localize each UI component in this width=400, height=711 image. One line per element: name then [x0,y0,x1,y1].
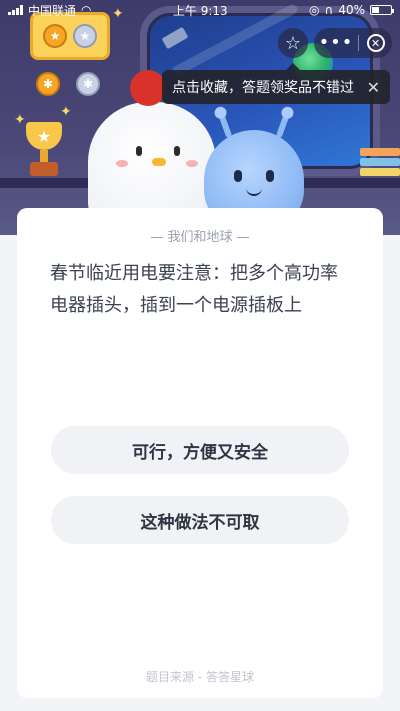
tooltip-close-icon[interactable]: ✕ [367,78,380,97]
mini-program-capsule: ••• ✕ [314,28,392,58]
question-category: — 我们和地球 — [150,230,250,245]
question-card: — 我们和地球 — 春节临近用电要注意：把多个高功率电器插头，插到一个电源插板上… [17,208,383,698]
favorite-button[interactable]: ☆ [278,28,308,58]
trophy-icon: ★ [22,122,66,178]
question-source: 题目来源 - 答答星球 [146,670,254,684]
tooltip-text: 点击收藏，答题领奖品不错过 [172,80,354,96]
close-button[interactable]: ✕ [359,34,392,52]
headphones-icon: ∩ [324,3,334,17]
status-time: 上午 9:13 [172,3,228,18]
wifi-icon: ◠ [81,3,92,17]
lock-rotation-icon: ◎ [309,3,320,17]
silver-medal-icon: ★ [73,24,97,48]
battery-percent: 40% [338,3,365,17]
carrier-name: 中国联通 [28,3,77,18]
gold-medal-icon: ★ [43,24,67,48]
more-button[interactable]: ••• [314,28,358,58]
question-text: 春节临近用电要注意：把多个高功率电器插头，插到一个电源插板上 [50,263,338,316]
star-outline-icon: ☆ [284,32,302,54]
sparkle-icon: ✦ [60,104,72,120]
gold-medal-icon: ✱ [36,72,60,96]
books-icon [360,148,400,178]
answer-option-2[interactable]: 这种做法不可取 [51,496,349,544]
answer-option-1[interactable]: 可行，方便又安全 [51,426,349,474]
close-circle-icon: ✕ [366,34,385,52]
battery-icon [370,5,394,15]
sparkle-icon: ✦ [14,112,26,128]
signal-icon [8,5,23,15]
chicken-mascot [88,70,216,232]
status-bar: 中国联通 ◠ 上午 9:13 ◎ ∩ 40% [0,0,400,20]
favorite-tooltip: 点击收藏，答题领奖品不错过 ✕ [162,63,390,104]
